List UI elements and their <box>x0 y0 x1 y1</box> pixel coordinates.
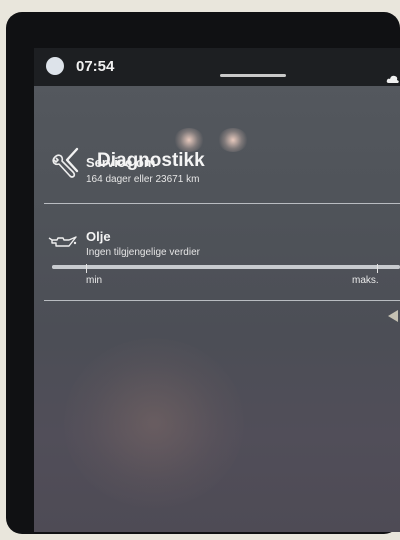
wrench-icon <box>52 154 76 178</box>
oil-can-icon <box>48 236 77 247</box>
diagnostics-screen: 07:54 Diagnostikk Service om 164 dager e… <box>34 48 400 532</box>
service-title: Service om <box>86 155 156 170</box>
oil-detail: Ingen tilgjengelige verdier <box>86 247 200 258</box>
oil-min-tick <box>86 264 87 273</box>
divider <box>44 203 400 204</box>
service-detail: 164 dager eller 23671 km <box>86 174 200 185</box>
oil-min-label: min <box>86 275 103 286</box>
divider <box>44 300 400 301</box>
side-arrow-icon <box>388 310 398 322</box>
glare-reflection <box>218 128 248 152</box>
oil-level-bar <box>52 265 400 269</box>
oil-max-tick <box>377 264 378 273</box>
status-bar: 07:54 <box>34 48 400 86</box>
pull-down-handle[interactable] <box>220 74 286 77</box>
oil-max-label: maks. <box>352 275 379 286</box>
glare-reflection <box>174 128 204 152</box>
status-time: 07:54 <box>76 58 115 75</box>
oil-level-fill <box>52 265 400 269</box>
hand-reflection <box>64 338 244 508</box>
cloud-icon <box>386 75 399 83</box>
oil-title: Olje <box>86 229 111 244</box>
profile-dot-icon[interactable] <box>46 57 64 75</box>
